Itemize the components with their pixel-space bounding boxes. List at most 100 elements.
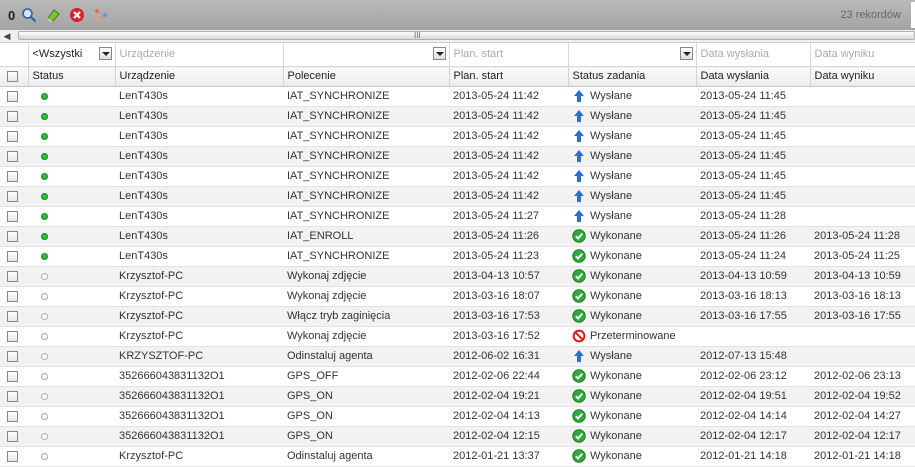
row-select-cell[interactable] bbox=[0, 426, 28, 447]
table-row[interactable]: 352666043831132O1 GPS_ON 2012-02-04 19:21 W… bbox=[0, 386, 915, 407]
search-icon[interactable] bbox=[21, 7, 37, 23]
check-circle-icon bbox=[572, 449, 588, 463]
row-select-cell[interactable] bbox=[0, 166, 28, 187]
row-command: GPS_ON bbox=[283, 426, 449, 447]
table-row[interactable]: LenT430s IAT_SYNCHRONIZE 2013-05-24 11:42 W… bbox=[0, 126, 915, 147]
row-checkbox[interactable] bbox=[7, 430, 18, 442]
table-row[interactable]: LenT430s IAT_SYNCHRONIZE 2013-05-24 11:42 W… bbox=[0, 106, 915, 127]
row-plan-start: 2012-02-06 22:44 bbox=[449, 366, 568, 387]
online-dot-icon bbox=[41, 112, 48, 120]
row-sent-date: 2013-05-24 11:24 bbox=[696, 246, 810, 267]
row-checkbox[interactable] bbox=[7, 290, 18, 302]
task-status-filter[interactable] bbox=[568, 43, 697, 67]
row-checkbox[interactable] bbox=[7, 410, 18, 422]
row-select-cell[interactable] bbox=[0, 106, 28, 127]
column-header-result-date[interactable]: Data wyniku bbox=[810, 66, 915, 87]
status-filter[interactable]: <Wszystki bbox=[28, 43, 116, 67]
table-row[interactable]: KRZYSZTOF-PC Odinstaluj agenta 2012-06-02 … bbox=[0, 346, 915, 367]
row-select-cell[interactable] bbox=[0, 266, 28, 287]
column-header-task-status[interactable]: Status zadania bbox=[568, 66, 697, 87]
eraser-icon[interactable] bbox=[45, 7, 61, 23]
scroll-left-icon[interactable]: ◀ bbox=[0, 31, 14, 42]
row-task-status-label: Wysłane bbox=[590, 130, 633, 142]
table-row[interactable]: LenT430s IAT_SYNCHRONIZE 2013-05-24 11:42 W… bbox=[0, 146, 915, 167]
row-select-cell[interactable] bbox=[0, 286, 28, 307]
row-select-cell[interactable] bbox=[0, 446, 28, 467]
arrow-up-icon bbox=[572, 89, 588, 103]
row-command: Wykonaj zdjęcie bbox=[283, 326, 449, 347]
row-checkbox[interactable] bbox=[7, 370, 18, 382]
row-select-cell[interactable] bbox=[0, 306, 28, 327]
row-checkbox[interactable] bbox=[7, 110, 18, 122]
plan-start-filter[interactable]: Plan. start bbox=[449, 43, 569, 67]
table-row[interactable]: LenT430s IAT_SYNCHRONIZE 2013-05-24 11:27 W… bbox=[0, 206, 915, 227]
row-checkbox[interactable] bbox=[7, 210, 18, 222]
row-select-cell[interactable] bbox=[0, 246, 28, 267]
table-row[interactable]: Krzysztof-PC Odinstaluj agenta 2012-01-21 … bbox=[0, 446, 915, 467]
row-checkbox[interactable] bbox=[7, 230, 18, 242]
row-select-cell[interactable] bbox=[0, 386, 28, 407]
result-date-filter[interactable]: Data wyniku bbox=[810, 43, 915, 67]
table-row[interactable]: 352666043831132O1 GPS_OFF 2012-02-06 22:44… bbox=[0, 366, 915, 387]
row-checkbox[interactable] bbox=[7, 250, 18, 262]
table-row[interactable]: Krzysztof-PC Włącz tryb zaginięcia 2013-03… bbox=[0, 306, 915, 327]
network-icon[interactable] bbox=[93, 7, 109, 23]
chevron-down-icon[interactable] bbox=[679, 47, 693, 60]
table-row[interactable]: Krzysztof-PC Wykonaj zdjęcie 2013-04-13 10… bbox=[0, 266, 915, 287]
chevron-down-icon[interactable] bbox=[432, 47, 446, 60]
row-sent-date: 2013-03-16 17:55 bbox=[696, 306, 810, 327]
row-select-cell[interactable] bbox=[0, 226, 28, 247]
table-row[interactable]: Krzysztof-PC Wykonaj zdjęcie 2013-03-16 18… bbox=[0, 286, 915, 307]
row-checkbox[interactable] bbox=[7, 350, 18, 362]
row-checkbox[interactable] bbox=[7, 450, 18, 462]
row-checkbox[interactable] bbox=[7, 150, 18, 162]
row-checkbox[interactable] bbox=[7, 390, 18, 402]
chevron-down-icon[interactable] bbox=[98, 47, 112, 60]
row-select-cell[interactable] bbox=[0, 126, 28, 147]
row-status-cell bbox=[28, 246, 115, 267]
row-select-cell[interactable] bbox=[0, 326, 28, 347]
row-select-cell[interactable] bbox=[0, 86, 28, 107]
column-header-device[interactable]: Urządzenie bbox=[115, 66, 284, 87]
column-header-plan-start[interactable]: Plan. start bbox=[449, 66, 569, 87]
column-header-sent-date[interactable]: Data wysłania bbox=[696, 66, 811, 87]
row-checkbox[interactable] bbox=[7, 170, 18, 182]
scroll-thumb[interactable]: III bbox=[18, 31, 915, 40]
row-checkbox[interactable] bbox=[7, 90, 18, 102]
column-header-status[interactable]: Status bbox=[28, 66, 116, 87]
row-checkbox[interactable] bbox=[7, 130, 18, 142]
sent-date-filter[interactable]: Data wysłania bbox=[696, 43, 811, 67]
command-filter[interactable] bbox=[283, 43, 450, 67]
row-select-cell[interactable] bbox=[0, 346, 28, 367]
row-checkbox[interactable] bbox=[7, 330, 18, 342]
table-row[interactable]: LenT430s IAT_SYNCHRONIZE 2013-05-24 11:42 W… bbox=[0, 186, 915, 207]
online-dot-icon bbox=[41, 232, 48, 240]
table-row[interactable]: LenT430s IAT_ENROLL 2013-05-24 11:26 Wykona… bbox=[0, 226, 915, 247]
row-status-cell bbox=[28, 286, 115, 307]
delete-icon[interactable] bbox=[69, 7, 85, 23]
select-all-cell[interactable] bbox=[0, 66, 29, 87]
row-select-cell[interactable] bbox=[0, 186, 28, 207]
row-select-cell[interactable] bbox=[0, 406, 28, 427]
row-select-cell[interactable] bbox=[0, 146, 28, 167]
table-row[interactable]: 352666043831132O1 GPS_ON 2012-02-04 14:13 W… bbox=[0, 406, 915, 427]
select-all-checkbox[interactable] bbox=[7, 70, 18, 82]
row-task-status: Wysłane bbox=[568, 146, 696, 167]
table-row[interactable]: Krzysztof-PC Wykonaj zdjęcie 2013-03-16 17… bbox=[0, 326, 915, 347]
row-select-cell[interactable] bbox=[0, 366, 28, 387]
row-plan-start: 2013-04-13 10:57 bbox=[449, 266, 568, 287]
row-result-date: 2013-04-13 10:59 bbox=[810, 266, 915, 287]
table-row[interactable]: LenT430s IAT_SYNCHRONIZE 2013-05-24 11:42 W… bbox=[0, 86, 915, 107]
row-command: Odinstaluj agenta bbox=[283, 346, 449, 367]
horizontal-scrollbar[interactable]: ◀ III bbox=[0, 30, 915, 43]
table-row[interactable]: 352666043831132O1 GPS_ON 2012-02-04 12:15 W… bbox=[0, 426, 915, 447]
device-filter[interactable]: Urządzenie bbox=[115, 43, 284, 67]
column-header-command[interactable]: Polecenie bbox=[283, 66, 450, 87]
row-checkbox[interactable] bbox=[7, 190, 18, 202]
row-checkbox[interactable] bbox=[7, 270, 18, 282]
row-status-cell bbox=[28, 186, 115, 207]
row-select-cell[interactable] bbox=[0, 206, 28, 227]
row-checkbox[interactable] bbox=[7, 310, 18, 322]
table-row[interactable]: LenT430s IAT_SYNCHRONIZE 2013-05-24 11:23 W… bbox=[0, 246, 915, 267]
table-row[interactable]: LenT430s IAT_SYNCHRONIZE 2013-05-24 11:42 W… bbox=[0, 166, 915, 187]
